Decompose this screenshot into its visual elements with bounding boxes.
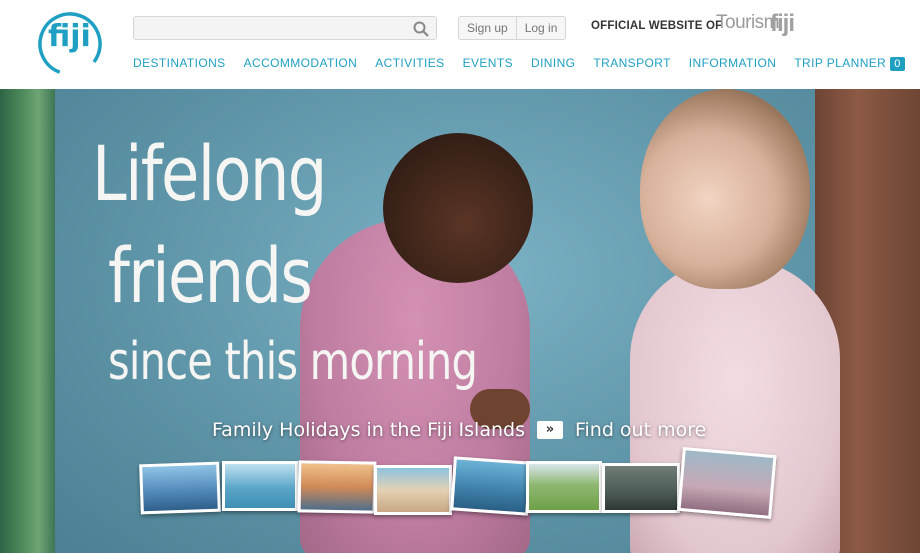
trip-planner-count-badge: 0 — [890, 57, 905, 71]
hero-cta-tagline: Family Holidays in the Fiji Islands — [212, 419, 525, 441]
official-website-label: OFFICIAL WEBSITE OF — [591, 20, 723, 32]
hero-child-right-head — [640, 89, 810, 289]
nav-information[interactable]: INFORMATION — [689, 56, 777, 71]
hero-headline-line1: Lifelong — [92, 129, 327, 218]
trip-planner-label: TRIP PLANNER — [794, 56, 887, 70]
main-nav: DESTINATIONS ACCOMMODATION ACTIVITIES EV… — [133, 56, 905, 71]
nav-accommodation[interactable]: ACCOMMODATION — [244, 56, 358, 71]
signup-link[interactable]: Sign up — [459, 17, 516, 39]
nav-trip-planner[interactable]: TRIP PLANNER 0 — [794, 56, 905, 71]
login-link[interactable]: Log in — [515, 17, 566, 39]
search-input[interactable] — [134, 17, 404, 39]
thumbnail-waterfall[interactable] — [602, 463, 680, 513]
nav-dining[interactable]: DINING — [531, 56, 575, 71]
thumbnail-shark-dive[interactable] — [450, 456, 532, 516]
search-box — [133, 16, 437, 40]
double-arrow-icon[interactable]: » — [536, 421, 563, 439]
tourism-fiji-logo-mark: fiji — [770, 10, 795, 37]
hero-cta[interactable]: Family Holidays in the Fiji Islands » Fi… — [212, 419, 706, 441]
hero-banner[interactable]: Lifelong friends since this morning Fami… — [0, 89, 920, 553]
thumbnail-sunset-couple[interactable] — [297, 460, 377, 514]
hero-headline-line3: since this morning — [108, 332, 478, 392]
thumbnail-children-friends[interactable] — [677, 447, 777, 519]
thumbnail-infinity-pool[interactable] — [222, 461, 298, 511]
thumbnail-beach-sunbathers[interactable] — [374, 465, 452, 515]
hero-curtain — [0, 89, 55, 553]
site-header: fiji Sign up Log in OFFICIAL WEBSITE OF … — [0, 0, 920, 89]
nav-events[interactable]: EVENTS — [463, 56, 513, 71]
nav-activities[interactable]: ACTIVITIES — [375, 56, 444, 71]
fiji-logo[interactable]: fiji — [34, 4, 110, 84]
thumbnail-sailboat[interactable] — [139, 461, 221, 515]
thumbnail-golf-course[interactable] — [526, 461, 602, 513]
hero-headline-line2: friends — [108, 231, 313, 320]
thumbnail-strip — [139, 447, 780, 525]
search-icon[interactable] — [412, 20, 430, 38]
auth-links: Sign up Log in — [458, 16, 567, 40]
svg-text:fiji: fiji — [48, 19, 91, 54]
nav-destinations[interactable]: DESTINATIONS — [133, 56, 226, 71]
nav-transport[interactable]: TRANSPORT — [593, 56, 670, 71]
hero-child-left-head — [383, 133, 533, 283]
fiji-logo-mark: fiji — [38, 12, 102, 76]
find-out-more-link[interactable]: Find out more — [575, 419, 706, 441]
